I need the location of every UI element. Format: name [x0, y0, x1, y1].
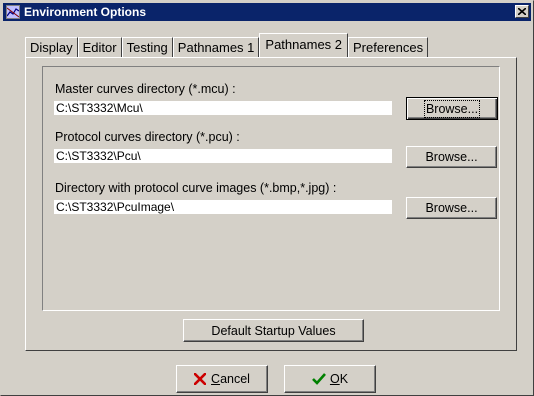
ok-label: OK: [329, 372, 349, 386]
browse-protocol-button[interactable]: Browse...: [406, 146, 497, 168]
curve-images-input[interactable]: [54, 200, 392, 214]
tab-editor[interactable]: Editor: [77, 37, 122, 57]
tab-preferences[interactable]: Preferences: [348, 37, 429, 57]
tab-display[interactable]: Display: [25, 37, 78, 57]
environment-options-window: Environment Options Display Editor Testi…: [0, 0, 534, 396]
master-curves-input[interactable]: [54, 101, 392, 115]
ok-button[interactable]: OK: [284, 365, 376, 393]
title-bar: Environment Options: [3, 3, 531, 21]
curve-images-label: Directory with protocol curve images (*.…: [55, 181, 337, 195]
pathnames-2-page: Master curves directory (*.mcu) : Browse…: [25, 57, 517, 351]
green-check-icon: [312, 373, 326, 385]
browse-master-button[interactable]: Browse...: [406, 97, 498, 120]
directories-panel: Master curves directory (*.mcu) : Browse…: [42, 66, 500, 311]
red-x-icon: [194, 373, 207, 385]
protocol-curves-label: Protocol curves directory (*.pcu) :: [55, 130, 240, 144]
browse-images-label: Browse...: [425, 201, 478, 215]
close-button[interactable]: [515, 5, 529, 18]
master-curves-label: Master curves directory (*.mcu) :: [55, 82, 236, 96]
tab-testing[interactable]: Testing: [121, 37, 173, 57]
tab-pathnames-2[interactable]: Pathnames 2: [259, 33, 349, 57]
app-icon: [6, 5, 20, 19]
cancel-label: Cancel: [211, 372, 250, 386]
browse-protocol-label: Browse...: [425, 150, 478, 164]
tab-strip: Display Editor Testing Pathnames 1 Pathn…: [25, 33, 429, 57]
tab-pathnames-1[interactable]: Pathnames 1: [172, 37, 260, 57]
window-title: Environment Options: [24, 5, 147, 19]
browse-images-button[interactable]: Browse...: [406, 197, 497, 219]
dialog-button-bar: Cancel OK: [1, 351, 533, 395]
default-startup-values-label: Default Startup Values: [211, 323, 336, 338]
protocol-curves-input[interactable]: [54, 149, 392, 163]
cancel-button[interactable]: Cancel: [176, 365, 268, 393]
close-icon: [518, 8, 526, 15]
browse-master-label: Browse...: [423, 99, 481, 118]
default-startup-values-button[interactable]: Default Startup Values: [183, 319, 364, 342]
